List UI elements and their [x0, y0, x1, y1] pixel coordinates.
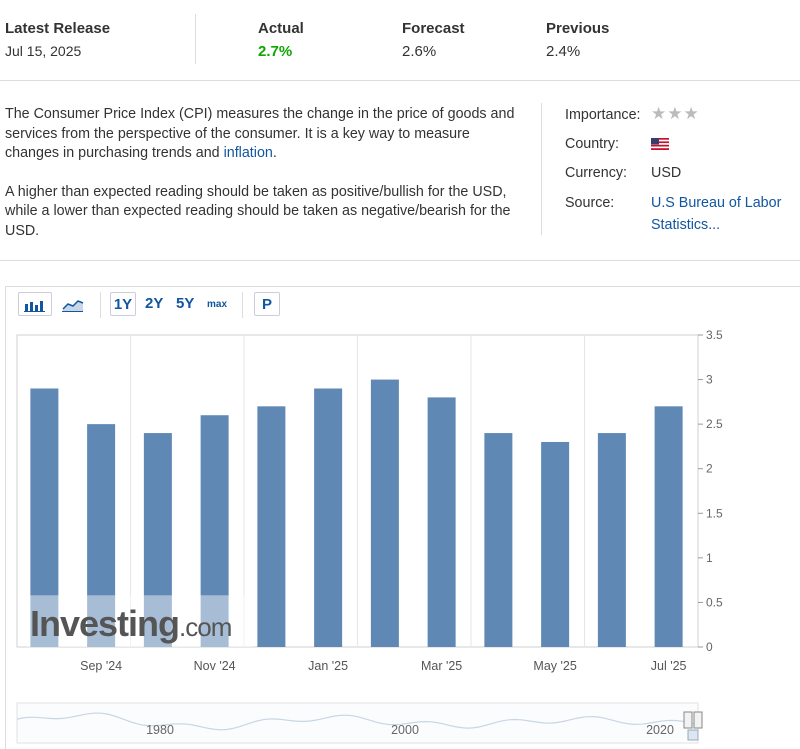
bar-chart-button[interactable] — [18, 292, 52, 316]
area-chart-icon — [62, 300, 84, 312]
previous-label: Previous — [546, 20, 610, 37]
currency-value: USD — [651, 165, 682, 181]
us-flag-graphic — [651, 138, 669, 150]
actual-value: 2.7% — [258, 43, 293, 60]
previous-block: Previous 2.4% — [546, 20, 609, 60]
release-header: Latest Release Jul 15, 2025 Actual 2.7% … — [0, 0, 800, 81]
inflation-link[interactable]: inflation — [224, 145, 273, 161]
description-period: . — [272, 145, 277, 161]
toolbar-divider — [242, 292, 243, 318]
range-1y-button[interactable]: 1Y — [110, 292, 136, 316]
star-icon: ★ — [667, 104, 683, 123]
bar-chart-icon — [24, 301, 45, 312]
forecast-label: Forecast — [402, 20, 465, 37]
latest-release-date: Jul 15, 2025 — [5, 43, 82, 59]
country-label: Country: — [565, 136, 620, 152]
section-divider — [0, 260, 800, 261]
description-paragraph-2: A higher than expected reading should be… — [5, 183, 511, 239]
star-icon: ★ — [683, 104, 699, 123]
area-chart-button[interactable] — [56, 292, 90, 316]
importance-label: Importance: — [565, 107, 641, 123]
header-divider — [195, 14, 196, 64]
importance-stars: ★★★ — [651, 104, 700, 124]
actual-label: Actual — [258, 20, 304, 37]
source-label: Source: — [565, 195, 615, 211]
range-max-button[interactable]: max — [207, 299, 227, 310]
chart-container — [5, 286, 800, 749]
description-paragraph-1: The Consumer Price Index (CPI) measures … — [5, 105, 525, 164]
latest-release-label: Latest Release — [5, 20, 111, 37]
us-flag-icon — [651, 138, 669, 154]
currency-label: Currency: — [565, 165, 627, 181]
forecast-block: Forecast 2.6% — [402, 20, 465, 60]
actual-block: Actual 2.7% — [258, 20, 304, 60]
projection-button[interactable]: P — [254, 292, 280, 316]
forecast-value: 2.6% — [402, 43, 437, 60]
meta-divider — [541, 103, 542, 235]
source-link[interactable]: U.S Bureau of Labor Statistics... — [651, 192, 796, 236]
range-5y-button[interactable]: 5Y — [176, 295, 194, 312]
toolbar-divider — [100, 292, 101, 318]
star-icon: ★ — [651, 104, 667, 123]
event-description: The Consumer Price Index (CPI) measures … — [5, 105, 525, 260]
previous-value: 2.4% — [546, 43, 581, 60]
latest-release-block: Latest Release Jul 15, 2025 — [5, 20, 110, 59]
range-2y-button[interactable]: 2Y — [145, 295, 163, 312]
